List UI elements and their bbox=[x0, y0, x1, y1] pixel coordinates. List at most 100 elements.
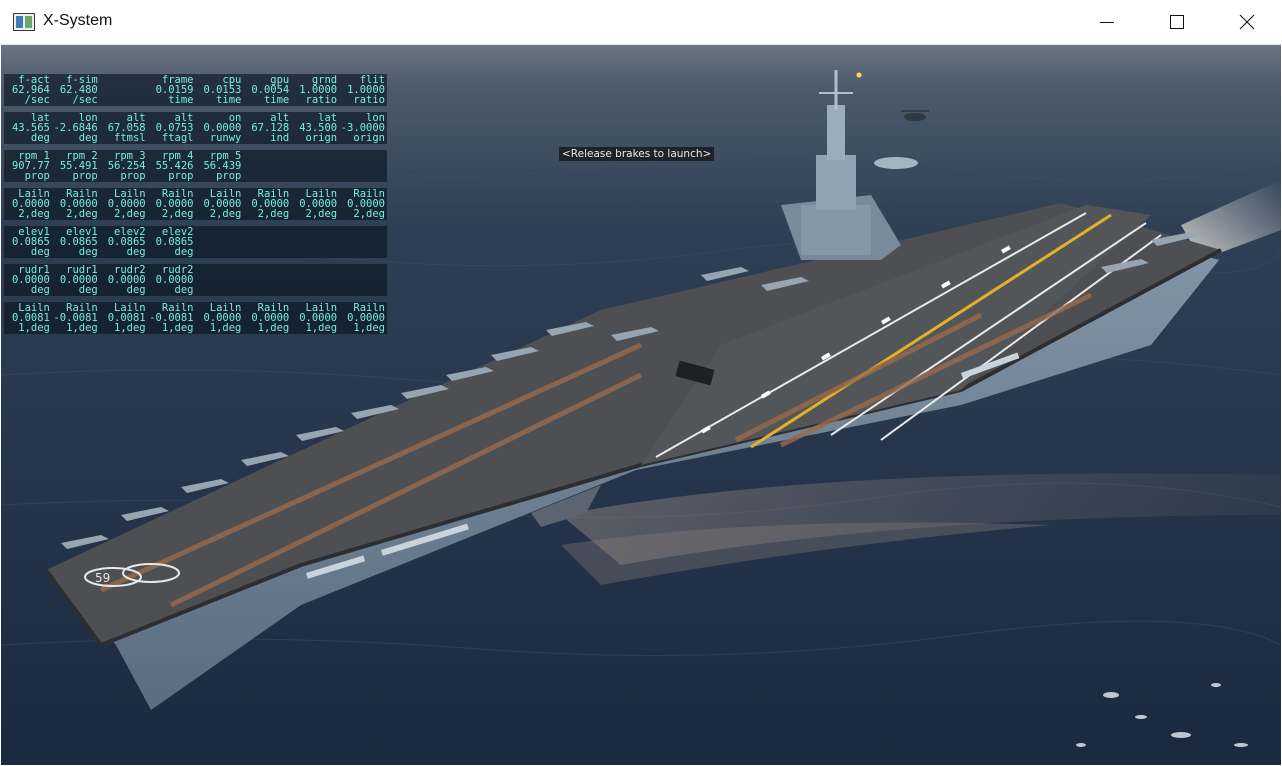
data-output-cell: elev2 0.0865 deg bbox=[148, 226, 196, 258]
data-output-unit: deg bbox=[30, 284, 50, 296]
data-output-value bbox=[339, 237, 385, 247]
data-output-unit: 2,deg bbox=[66, 208, 98, 220]
data-output-cell: on 0.0000 runwy bbox=[196, 112, 244, 144]
data-output-value bbox=[243, 237, 289, 247]
data-output-cell: rpm 3 56.254 prop bbox=[100, 150, 148, 182]
data-output-unit: prop bbox=[168, 170, 194, 182]
data-output-unit: orign bbox=[305, 132, 338, 144]
data-output-unit: 2,deg bbox=[353, 208, 385, 220]
data-output-unit: deg bbox=[78, 246, 98, 258]
data-output-cell: Lailn 0.0081 1,deg bbox=[4, 302, 52, 334]
data-output-unit: /sec bbox=[24, 94, 50, 106]
data-output-unit bbox=[196, 247, 242, 257]
deck-number-text: 59 bbox=[95, 571, 110, 585]
data-output-cell: Railn 0.0000 2,deg bbox=[339, 188, 387, 220]
data-output-cell: gpu 0.0054 time bbox=[243, 74, 291, 106]
data-output-value bbox=[339, 275, 385, 285]
data-output-unit: 2,deg bbox=[18, 208, 50, 220]
data-output-cell bbox=[243, 264, 291, 296]
data-output-unit: prop bbox=[24, 170, 50, 182]
data-output-cell: Lailn 0.0081 1,deg bbox=[100, 302, 148, 334]
data-output-label bbox=[339, 227, 385, 237]
data-output-row: elev1 0.0865 deg elev1 0.0865 deg elev2 0.0865 d… bbox=[4, 226, 387, 258]
data-output-unit: /sec bbox=[72, 94, 98, 106]
data-output-cell: flit 1.0000 ratio bbox=[339, 74, 387, 106]
data-output-label bbox=[339, 265, 385, 275]
data-output-cell: Lailn 0.0000 2,deg bbox=[100, 188, 148, 220]
data-output-cell bbox=[243, 150, 291, 182]
data-output-unit: time bbox=[263, 94, 290, 106]
data-output-unit: time bbox=[216, 94, 242, 106]
data-output-label bbox=[243, 151, 289, 161]
data-output-value bbox=[291, 275, 337, 285]
data-output-unit bbox=[339, 247, 385, 257]
sim-viewport[interactable]: 59 <Release brakes to launch> f-act 62.9… bbox=[1, 45, 1281, 765]
data-output-unit: 1,deg bbox=[18, 322, 50, 334]
data-output-label bbox=[291, 227, 337, 237]
data-output-label bbox=[291, 265, 337, 275]
data-output-cell bbox=[291, 150, 339, 182]
data-output-cell: Railn 0.0000 1,deg bbox=[339, 302, 387, 334]
title-bar[interactable]: X-System bbox=[0, 0, 1282, 45]
data-output-value bbox=[339, 161, 385, 171]
maximize-icon bbox=[1170, 15, 1184, 29]
data-output-value bbox=[196, 237, 242, 247]
data-output-unit bbox=[291, 171, 337, 181]
data-output-cell: grnd 1.0000 ratio bbox=[291, 74, 339, 106]
data-output-cell bbox=[339, 226, 387, 258]
data-output-unit: 1,deg bbox=[161, 322, 194, 334]
data-output-unit: deg bbox=[174, 246, 194, 258]
data-output-unit: deg bbox=[78, 284, 98, 296]
data-output-row: Lailn 0.0000 2,deg Railn 0.0000 2,deg Lailn 0.0… bbox=[4, 188, 387, 220]
data-output-unit: deg bbox=[126, 284, 146, 296]
data-output-label bbox=[196, 227, 242, 237]
data-output-cell: Railn 0.0000 2,deg bbox=[52, 188, 100, 220]
data-output-unit: 2,deg bbox=[161, 208, 194, 220]
data-output-value bbox=[100, 85, 146, 95]
data-output-cell: lat 43.565 deg bbox=[4, 112, 52, 144]
data-output-unit: 1,deg bbox=[66, 322, 98, 334]
minimize-button[interactable] bbox=[1084, 0, 1130, 45]
data-output-unit bbox=[196, 285, 242, 295]
data-output-unit: deg bbox=[126, 246, 146, 258]
data-output-cell bbox=[196, 226, 244, 258]
data-output-unit: runwy bbox=[209, 132, 242, 144]
data-output-unit: ftagl bbox=[161, 132, 194, 144]
data-output-unit bbox=[339, 285, 385, 295]
data-output-unit: ratio bbox=[305, 94, 338, 106]
data-output-value bbox=[291, 161, 337, 171]
data-output-unit: prop bbox=[216, 170, 242, 182]
data-output-cell bbox=[100, 74, 148, 106]
data-output-cell: frame 0.0159 time bbox=[148, 74, 196, 106]
data-output-unit bbox=[291, 285, 337, 295]
data-output-unit: deg bbox=[174, 284, 194, 296]
data-output-unit: time bbox=[168, 94, 194, 106]
data-output-unit bbox=[243, 247, 289, 257]
data-output-cell: elev1 0.0865 deg bbox=[52, 226, 100, 258]
data-output-value bbox=[243, 161, 289, 171]
data-output-unit bbox=[243, 171, 289, 181]
data-output-cell bbox=[243, 226, 291, 258]
data-output-unit bbox=[100, 95, 146, 105]
close-button[interactable] bbox=[1224, 0, 1270, 45]
data-output-cell bbox=[196, 264, 244, 296]
maximize-button[interactable] bbox=[1154, 0, 1200, 45]
data-output-label bbox=[339, 151, 385, 161]
data-output-cell bbox=[339, 150, 387, 182]
data-output-cell: Railn 0.0000 1,deg bbox=[243, 302, 291, 334]
data-output-unit: prop bbox=[72, 170, 98, 182]
data-output-unit bbox=[243, 285, 289, 295]
data-output-unit: 1,deg bbox=[209, 322, 242, 334]
data-output-unit: 1,deg bbox=[114, 322, 146, 334]
data-output-cell: rudr2 0.0000 deg bbox=[100, 264, 148, 296]
minimize-icon bbox=[1100, 22, 1114, 23]
data-output-cell: alt 67.058 ftmsl bbox=[100, 112, 148, 144]
data-output-cell: cpu 0.0153 time bbox=[196, 74, 244, 106]
data-output-label bbox=[243, 265, 289, 275]
data-output-cell: alt 0.0753 ftagl bbox=[148, 112, 196, 144]
data-output-row: lat 43.565 deg lon -2.6846 deg alt 67.058 ftmsl a… bbox=[4, 112, 387, 144]
data-output-cell: Railn -0.0081 1,deg bbox=[148, 302, 196, 334]
data-output-unit: deg bbox=[30, 246, 50, 258]
release-brakes-message: <Release brakes to launch> bbox=[559, 147, 715, 161]
data-output-cell: elev2 0.0865 deg bbox=[100, 226, 148, 258]
